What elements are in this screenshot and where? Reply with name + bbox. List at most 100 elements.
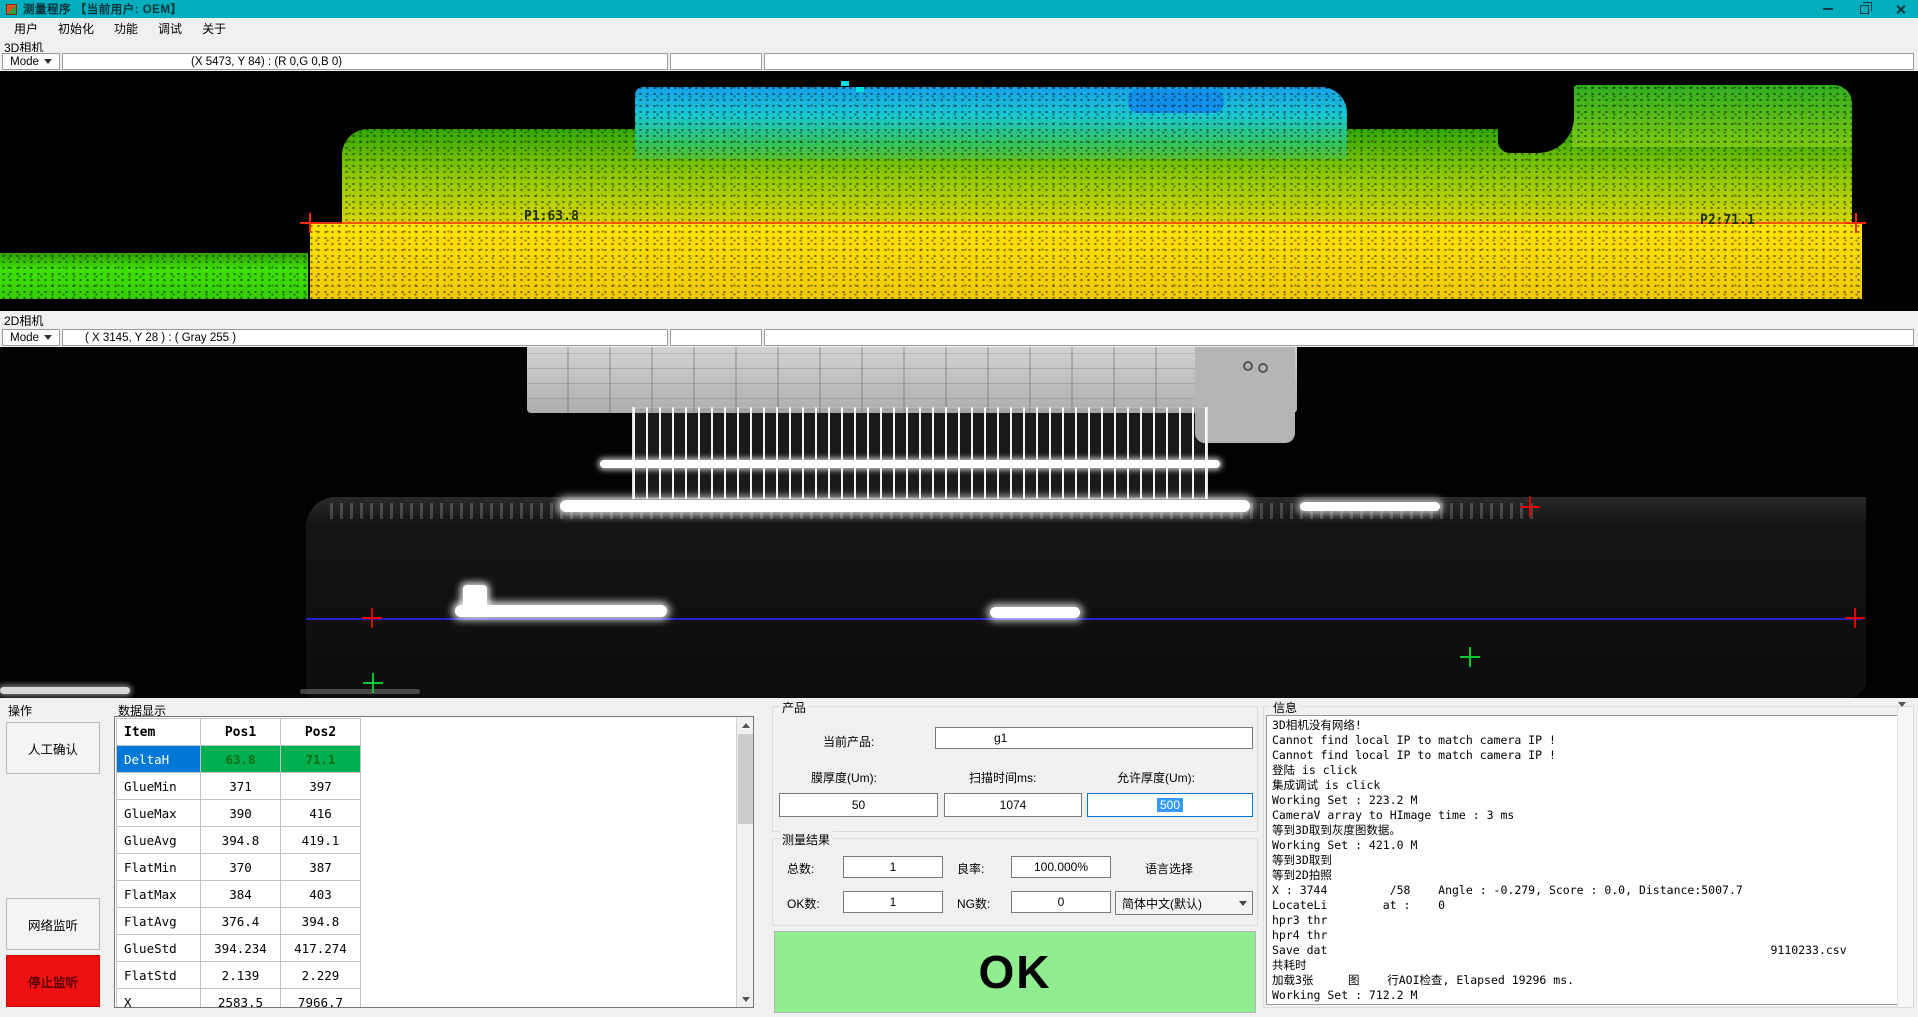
- cell-pos1: 376.4: [201, 908, 281, 935]
- log-area[interactable]: 3D相机没有网络! Cannot find local IP to match c…: [1266, 715, 1911, 1005]
- film-thickness-field[interactable]: 50: [779, 793, 938, 817]
- ng-count-field[interactable]: 0: [1011, 891, 1111, 913]
- table-row[interactable]: X 2583.5 7966.7: [117, 989, 361, 1009]
- language-value: 简体中文(默认): [1122, 895, 1202, 912]
- product-title: 产品: [779, 699, 809, 716]
- cell-pos1: 63.8: [201, 746, 281, 773]
- mode-dropdown-2d[interactable]: Mode: [2, 329, 60, 346]
- cell-pos1: 394.8: [201, 827, 281, 854]
- camera3d-modebar: Mode (X 5473, Y 84) : (R 0,G 0,B 0): [0, 52, 1918, 71]
- cell-pos2: 416: [281, 800, 361, 827]
- log-line: 集成调试 is click: [1272, 778, 1910, 793]
- camera2d-view[interactable]: [0, 347, 1918, 698]
- table-row[interactable]: FlatMin 370 387: [117, 854, 361, 881]
- menu-item[interactable]: 功能: [104, 18, 148, 39]
- log-line: 登陆 is click: [1272, 763, 1910, 778]
- mode-dropdown-3d[interactable]: Mode: [2, 53, 60, 70]
- operation-title: 操作: [8, 702, 32, 719]
- language-label: 语言选择: [1145, 860, 1193, 877]
- menu-item[interactable]: 关于: [192, 18, 236, 39]
- total-label: 总数:: [787, 860, 814, 877]
- window-title: 测量程序 【当前用户: OEM】: [23, 1, 182, 17]
- camera3d-view[interactable]: P1:63.8 P2:71.1: [0, 71, 1918, 311]
- camera3d-pixel-status: (X 5473, Y 84) : (R 0,G 0,B 0): [62, 53, 668, 70]
- log-line: 等到2D拍照: [1272, 868, 1910, 883]
- scan-time-field[interactable]: 1074: [944, 793, 1082, 817]
- statusbar-segment: [764, 329, 1914, 346]
- cell-item: GlueMax: [117, 800, 201, 827]
- current-product-field[interactable]: g1: [935, 727, 1253, 749]
- cell-pos1: 371: [201, 773, 281, 800]
- table-row[interactable]: DeltaH 63.8 71.1: [117, 746, 361, 773]
- table-row[interactable]: GlueAvg 394.8 419.1: [117, 827, 361, 854]
- cell-item: GlueMin: [117, 773, 201, 800]
- cell-item: GlueAvg: [117, 827, 201, 854]
- table-row[interactable]: GlueMin 371 397: [117, 773, 361, 800]
- scroll-down-icon[interactable]: [737, 991, 754, 1007]
- log-line: 共耗时: [1272, 958, 1910, 973]
- log-scrollbar[interactable]: [1897, 707, 1913, 1007]
- table-row[interactable]: GlueStd 394.234 417.274: [117, 935, 361, 962]
- app-window: 测量程序 【当前用户: OEM】 用户初始化功能调试关于 3D相机 Mode (…: [0, 0, 1918, 1017]
- data-table-container[interactable]: Item Pos1 Pos2 DeltaH 63.8 71.1: [114, 716, 754, 1008]
- cell-item: FlatStd: [117, 962, 201, 989]
- language-select[interactable]: 简体中文(默认): [1115, 891, 1253, 915]
- cell-item: X: [117, 989, 201, 1009]
- table-row[interactable]: FlatStd 2.139 2.229: [117, 962, 361, 989]
- cell-pos2: 387: [281, 854, 361, 881]
- minimize-button[interactable]: [1810, 0, 1846, 18]
- scroll-up-icon[interactable]: [737, 717, 754, 733]
- table-scrollbar[interactable]: [736, 717, 753, 1007]
- close-button[interactable]: [1882, 0, 1918, 18]
- info-group: 信息 3D相机没有网络!Cannot find local IP to matc…: [1263, 706, 1914, 1008]
- menu-item[interactable]: 初始化: [48, 18, 104, 39]
- ok-count-field[interactable]: 1: [843, 891, 943, 913]
- scrollbar-thumb[interactable]: [738, 734, 753, 824]
- table-row[interactable]: FlatMax 384 403: [117, 881, 361, 908]
- results-title: 测量结果: [779, 831, 833, 848]
- ng-count-label: NG数:: [957, 895, 990, 912]
- cell-pos1: 370: [201, 854, 281, 881]
- allowed-thickness-field[interactable]: 500: [1087, 793, 1253, 817]
- app-icon: [6, 4, 17, 15]
- product-group: 产品 当前产品: g1 膜厚度(Um): 扫描时间ms: 允许厚度(Um): 5…: [772, 706, 1258, 832]
- cell-item: GlueStd: [117, 935, 201, 962]
- bottom-panel: 操作 人工确认 网络监听 停止监听 数据显示 Item Pos1 Pos2: [0, 698, 1918, 1017]
- menu-item[interactable]: 调试: [148, 18, 192, 39]
- selected-text: 500: [1157, 798, 1183, 812]
- camera2d-pixel-status: ( X 3145, Y 28 ) : ( Gray 255 ): [62, 329, 668, 346]
- maximize-icon: [1860, 5, 1869, 14]
- crosshair-p1: [300, 213, 320, 233]
- cell-pos2: 397: [281, 773, 361, 800]
- log-line: LocateLi at : 0: [1272, 898, 1910, 913]
- minimize-icon: [1823, 8, 1833, 10]
- locate-line: [306, 618, 1862, 620]
- crosshair-right: [1845, 608, 1865, 628]
- cell-item: FlatAvg: [117, 908, 201, 935]
- crosshair-p2: [1846, 213, 1866, 233]
- yield-field[interactable]: 100.000%: [1011, 856, 1111, 878]
- log-line: Cannot find local IP to match camera IP …: [1272, 748, 1910, 763]
- camera2d-label: 2D相机: [4, 312, 43, 329]
- scroll-down-icon[interactable]: [1898, 707, 1913, 721]
- statusbar-segment: [764, 53, 1914, 70]
- log-line: 3D相机没有网络!: [1272, 718, 1910, 733]
- operation-button[interactable]: 停止监听: [6, 955, 100, 1007]
- chevron-down-icon: [44, 59, 52, 64]
- table-row[interactable]: GlueMax 390 416: [117, 800, 361, 827]
- cell-pos1: 394.234: [201, 935, 281, 962]
- maximize-button[interactable]: [1846, 0, 1882, 18]
- cell-pos2: 403: [281, 881, 361, 908]
- film-thickness-label: 膜厚度(Um):: [811, 769, 877, 786]
- col-header-pos1: Pos1: [201, 719, 281, 746]
- chevron-down-icon: [44, 335, 52, 340]
- operation-button[interactable]: 网络监听: [6, 898, 100, 950]
- table-row[interactable]: FlatAvg 376.4 394.8: [117, 908, 361, 935]
- menu-item[interactable]: 用户: [4, 18, 48, 39]
- cell-item: DeltaH: [117, 746, 201, 773]
- operation-button[interactable]: 人工确认: [6, 722, 100, 774]
- log-line: 等到3D取到灰度图数据。: [1272, 823, 1910, 838]
- current-product-label: 当前产品:: [823, 733, 874, 750]
- total-field[interactable]: 1: [843, 856, 943, 878]
- cell-pos1: 390: [201, 800, 281, 827]
